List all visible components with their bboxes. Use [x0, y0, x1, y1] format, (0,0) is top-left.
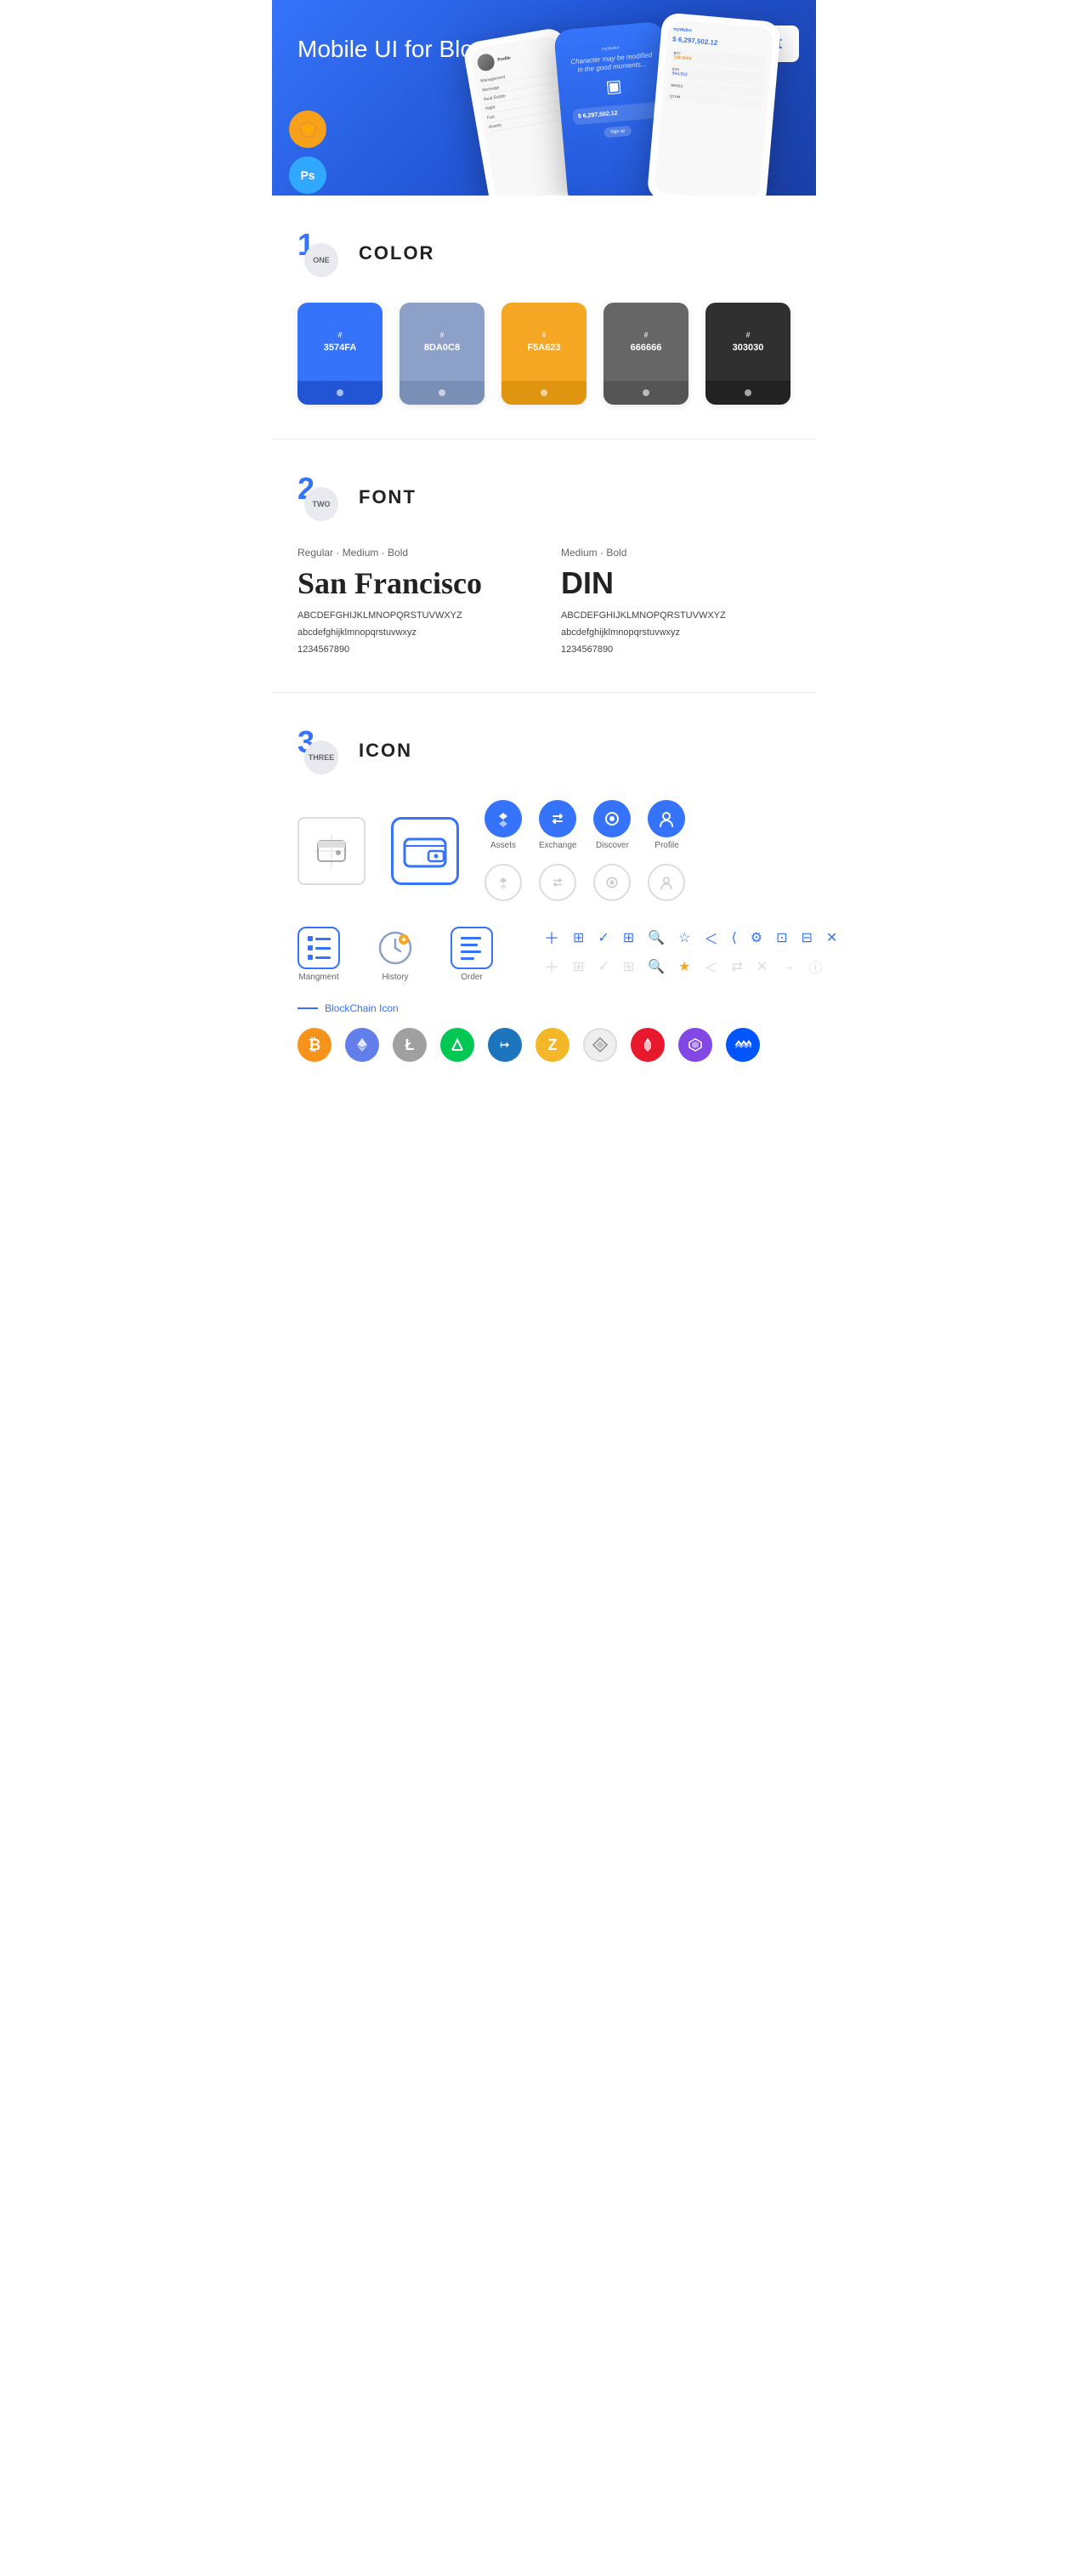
check-icon: ✓ [598, 929, 609, 946]
scan-icon: ⊟ [802, 929, 813, 946]
plus-icon: ＋ [544, 927, 559, 949]
font-din: Medium · Bold DIN ABCDEFGHIJKLMNOPQRSTUV… [561, 547, 790, 658]
search-icon-gray: 🔍 [648, 958, 665, 975]
profile-icon-item: Profile [648, 800, 685, 850]
profile-icon-outline [648, 864, 685, 901]
discover-icon [593, 800, 631, 837]
profile-icon [648, 800, 685, 837]
back-icon-gray: ＜ [704, 956, 717, 977]
blockchain-label-row: BlockChain Icon [298, 1002, 790, 1014]
font-section-header: 2 TWO FONT [298, 474, 790, 521]
swatch-gray-blue: # 8DA0C8 [400, 303, 484, 405]
dash-icon [488, 1028, 522, 1062]
star-icon: ☆ [678, 929, 690, 946]
phone-3: myWallet $ 6,297,502.12 BTC 738-2003 ETH… [647, 12, 782, 196]
icon-section-header: 3 THREE ICON [298, 727, 790, 775]
share-icon: ⟨ [732, 929, 737, 946]
back-icon: ＜ [704, 928, 717, 948]
assets-icon-item: Assets [484, 800, 522, 850]
qr-icon-gray: ⊞ [623, 958, 634, 975]
neo-icon [440, 1028, 474, 1062]
blockchain-line [298, 1007, 318, 1009]
assets-icon-outline [484, 864, 522, 901]
font-num-badge: 2 TWO [298, 474, 345, 521]
info-icon-gray: ⓘ [808, 956, 822, 977]
wallet-grid-icon [298, 817, 366, 885]
zcash-icon: Z [536, 1028, 570, 1062]
qr-icon: ⊞ [623, 929, 634, 946]
bitcoin-icon: ₿ [298, 1028, 332, 1062]
swatch-dark: # 303030 [706, 303, 790, 405]
forward-icon-gray: → [781, 959, 795, 974]
close-icon: ✕ [826, 929, 837, 946]
color-swatches: # 3574FA # 8DA0C8 # F5A623 # 666666 [298, 303, 790, 405]
discover-icon-outline [593, 864, 631, 901]
nav-icons-col: Assets Exchange [484, 800, 685, 901]
list-icon: ⊞ [573, 929, 584, 946]
exchange-icon-item: Exchange [539, 800, 576, 850]
star-icon-filled: ★ [678, 958, 690, 975]
management-icon-item: Mangment [298, 927, 340, 982]
exchange-icon [539, 800, 576, 837]
ps-badge: Ps [289, 156, 326, 194]
ark-icon [631, 1028, 665, 1062]
list-icon-gray: ⊞ [573, 958, 584, 975]
color-num-badge: 1 ONE [298, 230, 345, 277]
swatch-orange: # F5A623 [502, 303, 586, 405]
iota-icon [583, 1028, 617, 1062]
wallet-blue-icon [391, 817, 459, 885]
swatch-gray: # 666666 [604, 303, 688, 405]
history-icon-item: History [374, 927, 416, 982]
font-section: 2 TWO FONT Regular · Medium · Bold San F… [272, 440, 816, 692]
color-title: COLOR [359, 242, 434, 264]
ethereum-icon [345, 1028, 379, 1062]
settings-icon: ⚙ [751, 929, 762, 946]
history-icon [374, 927, 416, 969]
icon-num-badge: 3 THREE [298, 727, 345, 775]
sketch-badge [289, 111, 326, 148]
utility-icons: ＋ ⊞ ✓ ⊞ 🔍 ☆ ＜ ⟨ ⚙ ⊡ ⊟ ✕ ＋ ⊞ ✓ ⊞ 🔍 ★ ＜ [544, 927, 837, 978]
crypto-icons-row: ₿ Ł Z [298, 1028, 790, 1062]
search-icon: 🔍 [648, 929, 665, 946]
arrows-icon-gray: ⇄ [732, 958, 743, 975]
color-section: 1 ONE COLOR # 3574FA # 8DA0C8 # F5A623 [272, 196, 816, 439]
font-title: FONT [359, 486, 416, 508]
management-icon [298, 927, 340, 969]
assets-icon [484, 800, 522, 837]
litecoin-icon: Ł [393, 1028, 427, 1062]
swatch-blue: # 3574FA [298, 303, 382, 405]
bottom-icon-row: Mangment History Order [298, 927, 790, 982]
order-icon [450, 927, 493, 969]
close-icon-x-gray: ✕ [756, 958, 768, 975]
color-section-header: 1 ONE COLOR [298, 230, 790, 277]
blockchain-label: BlockChain Icon [325, 1002, 399, 1014]
icon-title: ICON [359, 740, 412, 762]
discover-icon-item: Discover [593, 800, 631, 850]
exchange-icon-outline [539, 864, 576, 901]
matic-icon [678, 1028, 712, 1062]
hero-section: Mobile UI for Blockchain Wallet UI Kit P… [272, 0, 816, 196]
waves-icon [726, 1028, 760, 1062]
check-icon-gray: ✓ [598, 958, 609, 975]
plus-icon-gray: ＋ [544, 956, 559, 978]
font-columns: Regular · Medium · Bold San Francisco AB… [298, 547, 790, 658]
font-sf: Regular · Medium · Bold San Francisco AB… [298, 547, 527, 658]
large-icon-row: Assets Exchange [298, 800, 790, 901]
hero-badges: Ps 60+Screens [289, 111, 326, 196]
phones-mockup: Profile Management Message Real Estate N… [476, 17, 816, 196]
export-icon: ⊡ [776, 929, 787, 946]
icon-section: 3 THREE ICON [272, 693, 816, 1096]
order-icon-item: Order [450, 927, 493, 982]
